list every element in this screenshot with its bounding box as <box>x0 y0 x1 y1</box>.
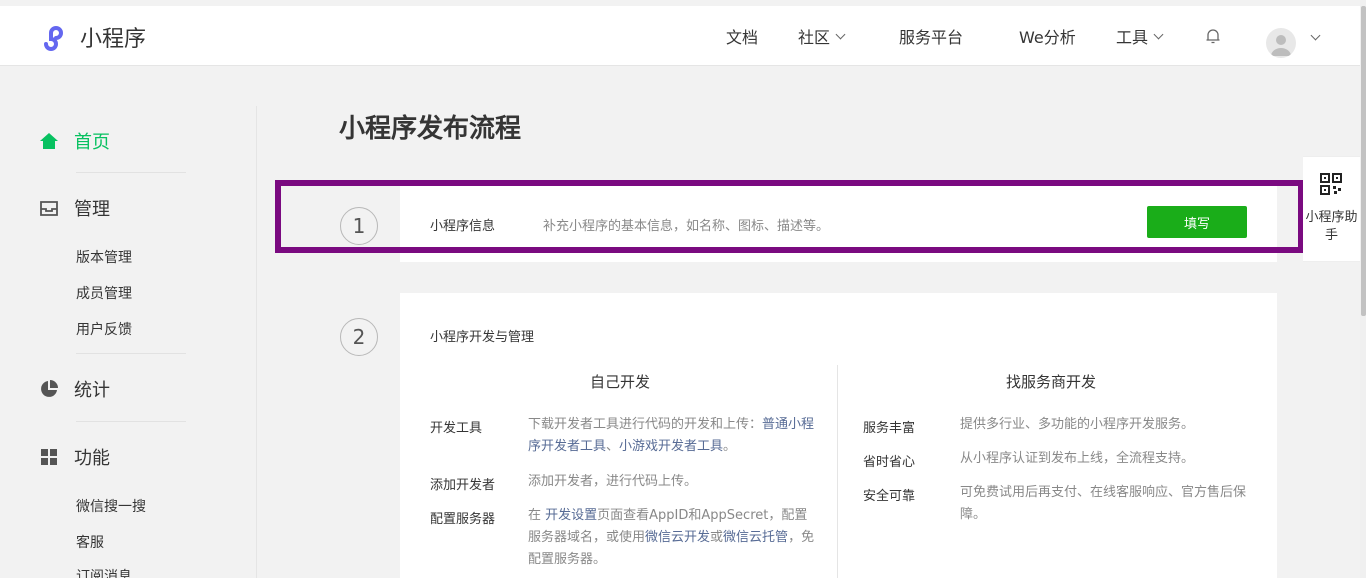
column-divider <box>837 365 838 578</box>
bell-icon[interactable] <box>1203 26 1223 46</box>
row-key-secure: 安全可靠 <box>863 489 916 504</box>
row-key-time-saving: 省时省心 <box>863 455 916 470</box>
sidebar-divider-line <box>76 172 186 173</box>
text-segment: 、 <box>606 439 620 454</box>
sidebar-item-members[interactable]: 成员管理 <box>76 283 132 303</box>
step2-label: 小程序开发与管理 <box>430 330 535 345</box>
nav-community[interactable]: 社区 <box>798 24 846 48</box>
row-key-server: 配置服务器 <box>430 512 496 527</box>
chevron-down-icon <box>1153 29 1164 39</box>
miniprogram-helper[interactable]: 小程序助手 <box>1303 156 1360 262</box>
row-val-add-dev: 添加开发者，进行代码上传。 <box>528 474 698 489</box>
inbox-icon <box>38 197 60 219</box>
pie-chart-icon <box>38 378 60 400</box>
row-val-dev-tools: 下载开发者工具进行代码的开发和上传：普通小程序开发者工具、小游戏开发者工具。 <box>528 414 818 458</box>
sidebar-item-stats[interactable]: 统计 <box>38 376 110 402</box>
miniprogram-logo-icon <box>44 26 63 51</box>
row-val-server: 在 开发设置页面查看AppID和AppSecret，配置服务器域名，或使用微信云… <box>528 505 818 571</box>
qrcode-icon <box>1320 173 1342 195</box>
sidebar-item-wechat-search[interactable]: 微信搜一搜 <box>76 496 146 516</box>
grid-icon <box>38 446 60 468</box>
sidebar-item-features[interactable]: 功能 <box>38 444 110 470</box>
avatar[interactable] <box>1266 28 1296 58</box>
sidebar-item-feedback[interactable]: 用户反馈 <box>76 319 132 339</box>
link-cloud-dev[interactable]: 微信云开发 <box>645 530 710 545</box>
sidebar-item-customer-service[interactable]: 客服 <box>76 532 104 552</box>
account-chevron-down-icon[interactable] <box>1310 30 1321 41</box>
link-dev-settings[interactable]: 开发设置 <box>545 508 597 523</box>
link-cloud-hosting[interactable]: 微信云托管 <box>723 530 788 545</box>
home-icon <box>38 130 60 152</box>
text-segment: 或 <box>710 530 724 545</box>
row-key-rich-service: 服务丰富 <box>863 421 916 436</box>
sidebar-divider <box>256 106 257 578</box>
sidebar-item-version[interactable]: 版本管理 <box>76 247 132 267</box>
sidebar-item-label: 功能 <box>74 448 110 469</box>
nav-docs[interactable]: 文档 <box>726 24 758 48</box>
text-segment: 。 <box>723 439 737 454</box>
helper-text: 小程序助手 <box>1305 210 1358 243</box>
nav-tools-label: 工具 <box>1116 28 1149 47</box>
row-key-add-dev: 添加开发者 <box>430 478 496 493</box>
sidebar-item-label: 首页 <box>74 132 110 153</box>
top-navbar: 小程序 文档 社区 服务平台 We分析 工具 <box>0 6 1360 66</box>
scrollbar-thumb[interactable] <box>1361 6 1366 316</box>
user-icon <box>1271 35 1291 56</box>
sidebar-item-manage[interactable]: 管理 <box>38 195 110 221</box>
page-title: 小程序发布流程 <box>339 114 522 144</box>
nav-service-platform[interactable]: 服务平台 <box>899 24 963 48</box>
row-key-dev-tools: 开发工具 <box>430 421 483 436</box>
sidebar-divider-line <box>76 421 186 422</box>
step2-number: 2 <box>340 318 378 356</box>
sidebar-item-home[interactable]: 首页 <box>38 128 110 154</box>
chevron-down-icon <box>835 29 846 39</box>
nav-tools[interactable]: 工具 <box>1116 24 1164 48</box>
logo[interactable]: 小程序 <box>38 20 146 54</box>
row-val-time-saving: 从小程序认证到发布上线，全流程支持。 <box>960 451 1195 466</box>
provider-dev-title: 找服务商开发 <box>1006 373 1097 391</box>
row-val-rich-service: 提供多行业、多功能的小程序开发服务。 <box>960 417 1195 432</box>
logo-text: 小程序 <box>80 27 147 52</box>
sidebar-item-label: 管理 <box>74 199 110 220</box>
text-segment: 在 <box>528 508 546 523</box>
sidebar-item-label: 统计 <box>74 380 110 401</box>
nav-we-analysis[interactable]: We分析 <box>1019 24 1076 48</box>
link-game-devtools[interactable]: 小游戏开发者工具 <box>619 439 723 454</box>
nav-community-label: 社区 <box>798 28 831 47</box>
text-segment: 下载开发者工具进行代码的开发和上传： <box>528 417 763 432</box>
self-dev-title: 自己开发 <box>590 373 651 391</box>
highlight-box <box>275 180 1304 253</box>
sidebar-item-subscribe-msg[interactable]: 订阅消息 <box>76 566 132 578</box>
step2-card: 小程序开发与管理 自己开发 找服务商开发 开发工具 下载开发者工具进行代码的开发… <box>400 293 1277 578</box>
sidebar-divider-line <box>76 353 186 354</box>
row-val-secure: 可免费试用后再支付、在线客服响应、官方售后保障。 <box>960 485 1247 522</box>
